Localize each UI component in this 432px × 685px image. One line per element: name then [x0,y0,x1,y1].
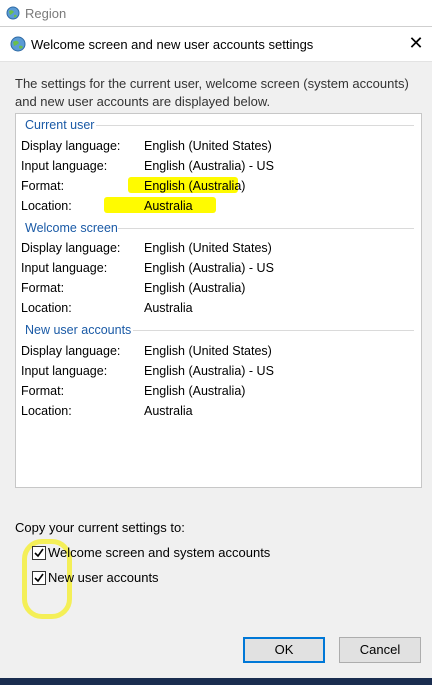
row-label: Display language: [21,139,121,153]
dialog-title-bar: Welcome screen and new user accounts set… [0,27,432,62]
settings-panel: Current user Display language: English (… [15,113,422,488]
welcome-screen-checkbox[interactable] [32,546,46,560]
checkmark-icon [34,548,44,558]
row-label: Input language: [21,364,108,378]
welcome-screen-checkbox-label[interactable]: Welcome screen and system accounts [48,545,270,560]
taskbar [0,678,432,685]
row-label: Format: [21,384,65,398]
dialog-title: Welcome screen and new user accounts set… [31,37,314,52]
region-title-bar: Region [0,0,432,26]
row-label: Location: [21,301,72,315]
divider [96,125,414,126]
row-value: English (United States) [144,241,272,255]
globe-icon [6,6,20,20]
close-icon: ✕ [408,33,424,53]
group-heading-new-user-accounts: New user accounts [25,323,132,337]
settings-dialog: Welcome screen and new user accounts set… [0,26,432,679]
divider [133,330,414,331]
ok-button[interactable]: OK [243,637,325,663]
row-value: English (Australia) - US [144,159,274,173]
row-value: English (United States) [144,139,272,153]
close-button[interactable]: ✕ [406,33,426,53]
row-label: Display language: [21,241,121,255]
row-value: English (Australia) [144,179,246,193]
row-value: English (Australia) [144,384,246,398]
dialog-description: The settings for the current user, welco… [15,76,409,109]
row-label: Display language: [21,344,121,358]
row-label: Format: [21,179,65,193]
new-user-accounts-checkbox-label[interactable]: New user accounts [48,570,159,585]
row-label: Format: [21,281,65,295]
row-value: Australia [144,199,193,213]
region-title: Region [25,6,67,21]
cancel-button[interactable]: Cancel [339,637,421,663]
row-value: Australia [144,301,193,315]
row-value: English (United States) [144,344,272,358]
row-label: Input language: [21,261,108,275]
group-heading-welcome-screen: Welcome screen [25,221,118,235]
checkmark-icon [34,573,44,583]
row-label: Input language: [21,159,108,173]
globe-icon [10,36,26,52]
new-user-accounts-checkbox[interactable] [32,571,46,585]
group-heading-current-user: Current user [25,118,95,132]
copy-settings-label: Copy your current settings to: [15,520,185,535]
row-label: Location: [21,199,72,213]
divider [118,228,414,229]
row-value: English (Australia) [144,281,246,295]
row-value: English (Australia) - US [144,364,274,378]
row-value: Australia [144,404,193,418]
row-value: English (Australia) - US [144,261,274,275]
row-label: Location: [21,404,72,418]
